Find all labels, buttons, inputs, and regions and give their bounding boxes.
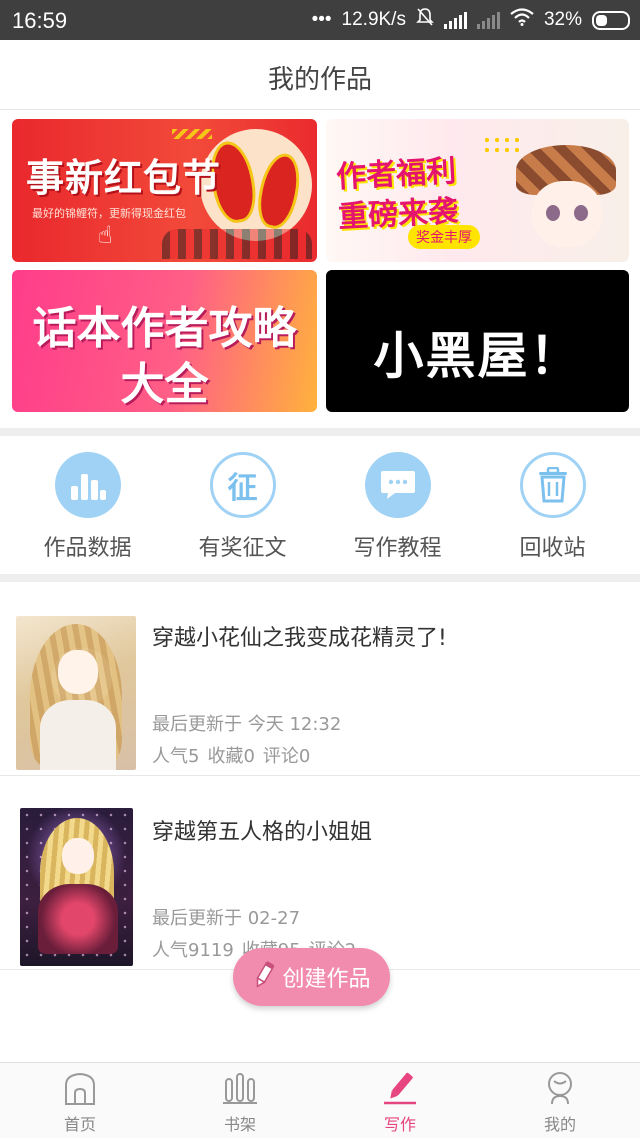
banner-title-line1: 话本作者攻略 <box>32 303 297 354</box>
battery-icon <box>592 10 630 30</box>
wifi-icon <box>510 8 534 32</box>
bookshelf-icon <box>222 1071 258 1109</box>
section-divider <box>0 428 640 436</box>
quick-entry-label: 写作教程 <box>353 536 442 561</box>
banner-blackroom[interactable]: 小黑屋！ <box>326 270 629 412</box>
banner-author-welfare[interactable]: 作者福利 重磅来袭 奖金丰厚 <box>326 119 629 262</box>
list-item[interactable]: 穿越小花仙之我变成花精灵了! 最后更新于 今天 12:32 人气5 收藏0 评论… <box>0 582 640 776</box>
work-comments: 评论0 <box>262 746 311 767</box>
nav-write[interactable]: 写作 <box>320 1063 480 1138</box>
work-updated: 最后更新于 02-27 <box>152 908 301 929</box>
banner-red-packet[interactable]: 事新红包节 最好的锦鲤符，更新得现金红包 ☝ <box>12 119 317 262</box>
create-work-button[interactable]: 创建作品 <box>233 948 390 1006</box>
banner-subtitle: 最好的锦鲤符，更新得现金红包 <box>32 207 186 220</box>
works-list: 穿越小花仙之我变成花精灵了! 最后更新于 今天 12:32 人气5 收藏0 评论… <box>0 582 640 970</box>
nav-bookshelf[interactable]: 书架 <box>160 1063 320 1138</box>
zheng-badge-icon: 征 <box>209 452 276 518</box>
quick-entry-bar: 作品数据 征 有奖征文 写作教程 回收站 <box>0 436 640 574</box>
page-title: 我的作品 <box>267 65 372 95</box>
work-popularity: 人气9119 <box>152 940 234 961</box>
banner-grid: 事新红包节 最好的锦鲤符，更新得现金红包 ☝ 作者福利 重磅来袭 奖金丰厚 话本… <box>0 111 640 427</box>
bottom-nav: 首页 书架 写作 我的 <box>0 1062 640 1138</box>
home-icon <box>62 1071 98 1109</box>
banner-title: 事新红包节 <box>26 156 222 200</box>
chat-bubble-icon <box>364 452 431 518</box>
banner-title-line2: 大全 <box>120 359 209 410</box>
create-work-label: 创建作品 <box>282 967 371 992</box>
work-title: 穿越第五人格的小姐姐 <box>152 820 373 845</box>
nav-label: 我的 <box>543 1115 576 1134</box>
banner-tag: 奖金丰厚 <box>408 225 480 249</box>
nav-profile[interactable]: 我的 <box>480 1063 640 1138</box>
work-updated: 最后更新于 今天 12:32 <box>152 714 342 735</box>
quick-entry-work-data[interactable]: 作品数据 <box>18 436 158 574</box>
girl-eye <box>546 205 560 221</box>
bar-chart-icon <box>54 452 121 518</box>
cover-dress <box>38 884 118 954</box>
nav-label: 写作 <box>383 1115 416 1134</box>
quick-entry-label: 作品数据 <box>43 536 132 561</box>
signal-off-icon <box>476 11 500 29</box>
pencil-icon <box>252 961 276 993</box>
pencil-icon <box>382 1071 418 1109</box>
list-item[interactable]: 穿越第五人格的小姐姐 最后更新于 02-27 人气9119 收藏95 评论2 <box>0 776 640 970</box>
zheng-glyph: 征 <box>227 471 258 506</box>
page-header: 我的作品 <box>0 40 640 110</box>
status-bar: 16:59 ••• 12.9K/s 32% <box>0 0 640 40</box>
more-dots-icon: ••• <box>311 9 332 30</box>
quick-entry-contest[interactable]: 征 有奖征文 <box>173 436 313 574</box>
status-icons: ••• 12.9K/s 32% <box>312 8 630 32</box>
mute-bell-icon <box>416 7 434 33</box>
quick-entry-label: 有奖征文 <box>198 536 287 561</box>
nav-home[interactable]: 首页 <box>0 1063 160 1138</box>
work-popularity: 人气5 <box>152 746 200 767</box>
work-title: 穿越小花仙之我变成花精灵了! <box>152 626 447 651</box>
cover-face <box>62 838 94 874</box>
cover-face <box>58 650 98 694</box>
battery-percent: 32% <box>543 9 582 30</box>
profile-icon <box>542 1071 578 1109</box>
nav-label: 首页 <box>63 1115 96 1134</box>
banner-author-guide[interactable]: 话本作者攻略 大全 <box>12 270 317 412</box>
banner-title: 小黑屋！ <box>373 327 582 385</box>
tap-hand-icon: ☝ <box>98 221 113 249</box>
cover-dress <box>40 700 116 770</box>
work-stats: 人气5 收藏0 评论0 <box>152 742 310 768</box>
section-divider <box>0 574 640 582</box>
work-favorites: 收藏0 <box>207 746 255 767</box>
quick-entry-trash[interactable]: 回收站 <box>483 436 623 574</box>
network-speed: 12.9K/s <box>341 9 406 30</box>
anime-girl-illustration <box>506 125 624 259</box>
quick-entry-label: 回收站 <box>519 536 586 561</box>
work-cover-image <box>16 616 136 770</box>
work-cover-image <box>20 808 133 966</box>
nav-label: 书架 <box>223 1115 256 1134</box>
status-time: 16:59 <box>12 8 68 33</box>
girl-eye <box>574 205 588 221</box>
banner-stripe-decoration <box>172 129 212 139</box>
banner-waves-decoration <box>162 229 312 259</box>
trash-icon <box>519 452 586 518</box>
girl-face <box>532 181 602 247</box>
quick-entry-tutorial[interactable]: 写作教程 <box>328 436 468 574</box>
signal-icon <box>443 11 467 29</box>
